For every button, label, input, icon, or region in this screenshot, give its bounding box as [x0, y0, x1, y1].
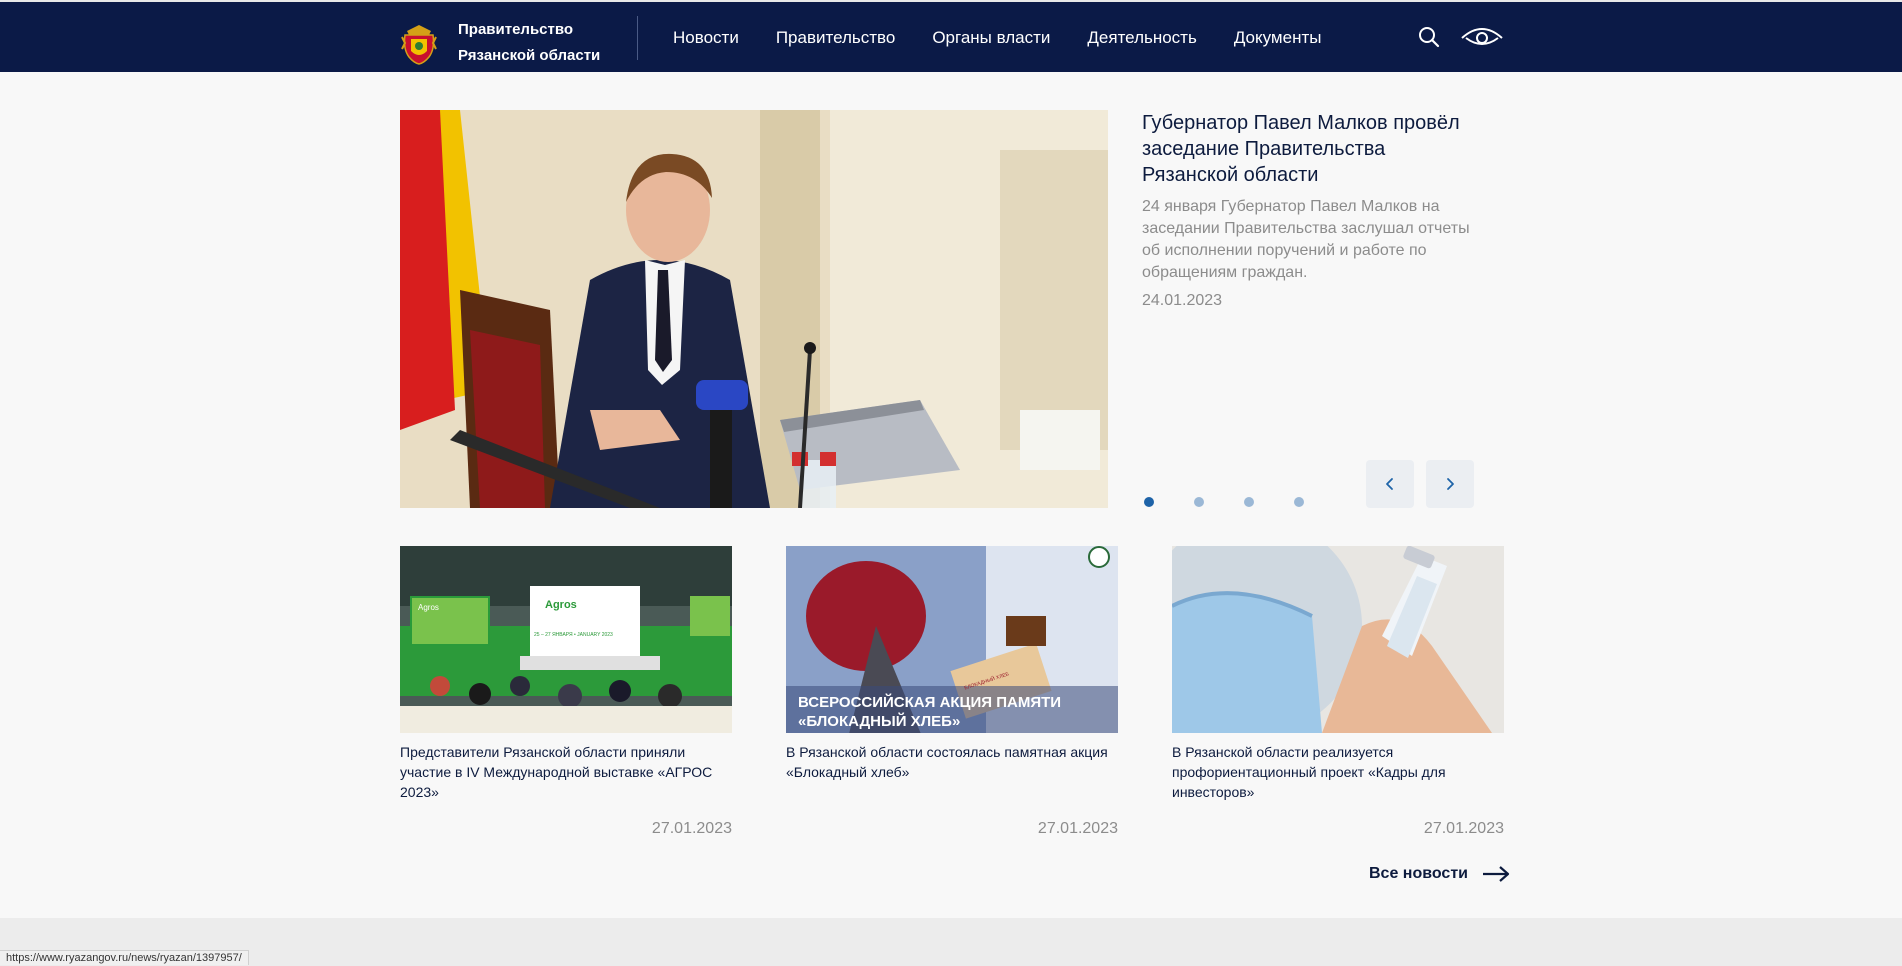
news-card-title[interactable]: В Рязанской области реализуется профорие…: [1172, 742, 1504, 802]
nav-item-documents[interactable]: Документы: [1234, 28, 1322, 48]
nav-item-government[interactable]: Правительство: [776, 28, 896, 48]
agros-sign-center: Agros: [545, 599, 577, 611]
hero-description: 24 января Губернатор Павел Малков на зас…: [1142, 198, 1470, 281]
hero-title[interactable]: Губернатор Павел Малков провёл заседание…: [1142, 110, 1472, 188]
agros-sign-left: Agros: [418, 603, 439, 612]
nav-item-authorities[interactable]: Органы власти: [932, 28, 1050, 48]
news-card-image: ВСЕРОССИЙСКАЯ АКЦИЯ ПАМЯТИ «БЛОКАДНЫЙ ХЛ…: [786, 546, 1118, 733]
chevron-left-icon: [1386, 478, 1393, 490]
main-nav: Новости Правительство Органы власти Деят…: [673, 2, 1358, 74]
chevron-right-icon: [1447, 478, 1454, 490]
slider-dot-3[interactable]: [1244, 497, 1254, 507]
news-card-image: Agros Agros 25 – 27 ЯНВАРЯ • JANUARY 202…: [400, 546, 732, 733]
nav-item-news[interactable]: Новости: [673, 28, 739, 48]
accessibility-button[interactable]: [1460, 24, 1504, 50]
all-news-label: Все новости: [1369, 865, 1468, 882]
search-button[interactable]: [1417, 25, 1441, 49]
news-card[interactable]: В Рязанской области реализуется профорие…: [1172, 546, 1504, 838]
blockade-banner-line1: ВСЕРОССИЙСКАЯ АКЦИЯ ПАМЯТИ: [798, 693, 1061, 711]
main-content: Губернатор Павел Малков провёл заседание…: [0, 72, 1902, 918]
header-divider: [637, 16, 638, 60]
news-card-title[interactable]: Представители Рязанской области приняли …: [400, 742, 732, 802]
news-card-date: 27.01.2023: [1037, 820, 1118, 837]
hero-image[interactable]: [400, 110, 1108, 508]
site-logo[interactable]: Правительство Рязанской области: [399, 17, 600, 69]
blockade-banner-line2: «БЛОКАДНЫЙ ХЛЕБ»: [798, 712, 960, 730]
logo-text: Правительство Рязанской области: [458, 17, 600, 69]
logo-line-2: Рязанской области: [458, 47, 601, 64]
site-header: Правительство Рязанской области Новости …: [0, 0, 1902, 72]
news-card[interactable]: ВСЕРОССИЙСКАЯ АКЦИЯ ПАМЯТИ «БЛОКАДНЫЙ ХЛ…: [786, 546, 1118, 838]
all-news-link[interactable]: Все новости: [1369, 865, 1510, 883]
hero-article: Губернатор Павел Малков провёл заседание…: [1142, 110, 1472, 310]
slider-prev-button[interactable]: [1366, 460, 1414, 508]
search-icon: [1419, 27, 1440, 48]
news-card-title[interactable]: В Рязанской области состоялась памятная …: [786, 742, 1118, 802]
arrow-right-icon: [1483, 866, 1510, 882]
slider-dots: [1144, 497, 1344, 507]
news-card-date: 27.01.2023: [1423, 820, 1504, 837]
eye-icon: [1461, 28, 1503, 45]
agros-sign-dates: 25 – 27 ЯНВАРЯ • JANUARY 2023: [534, 632, 613, 638]
coat-of-arms-icon: [401, 25, 437, 65]
slider-next-button[interactable]: [1426, 460, 1474, 508]
news-card[interactable]: Agros Agros 25 – 27 ЯНВАРЯ • JANUARY 202…: [400, 546, 732, 838]
nav-item-activities[interactable]: Деятельность: [1087, 28, 1196, 48]
logo-line-1: Правительство: [458, 21, 574, 38]
hero-photo: [400, 110, 1108, 508]
news-card-image: [1172, 546, 1504, 733]
status-bar-url: https://www.ryazangov.ru/news/ryazan/139…: [0, 950, 249, 965]
slider-dot-4[interactable]: [1294, 497, 1304, 507]
news-card-date: 27.01.2023: [651, 820, 732, 837]
hero-date: 24.01.2023: [1142, 292, 1223, 309]
slider-dot-2[interactable]: [1194, 497, 1204, 507]
slider-dot-1[interactable]: [1144, 497, 1154, 507]
